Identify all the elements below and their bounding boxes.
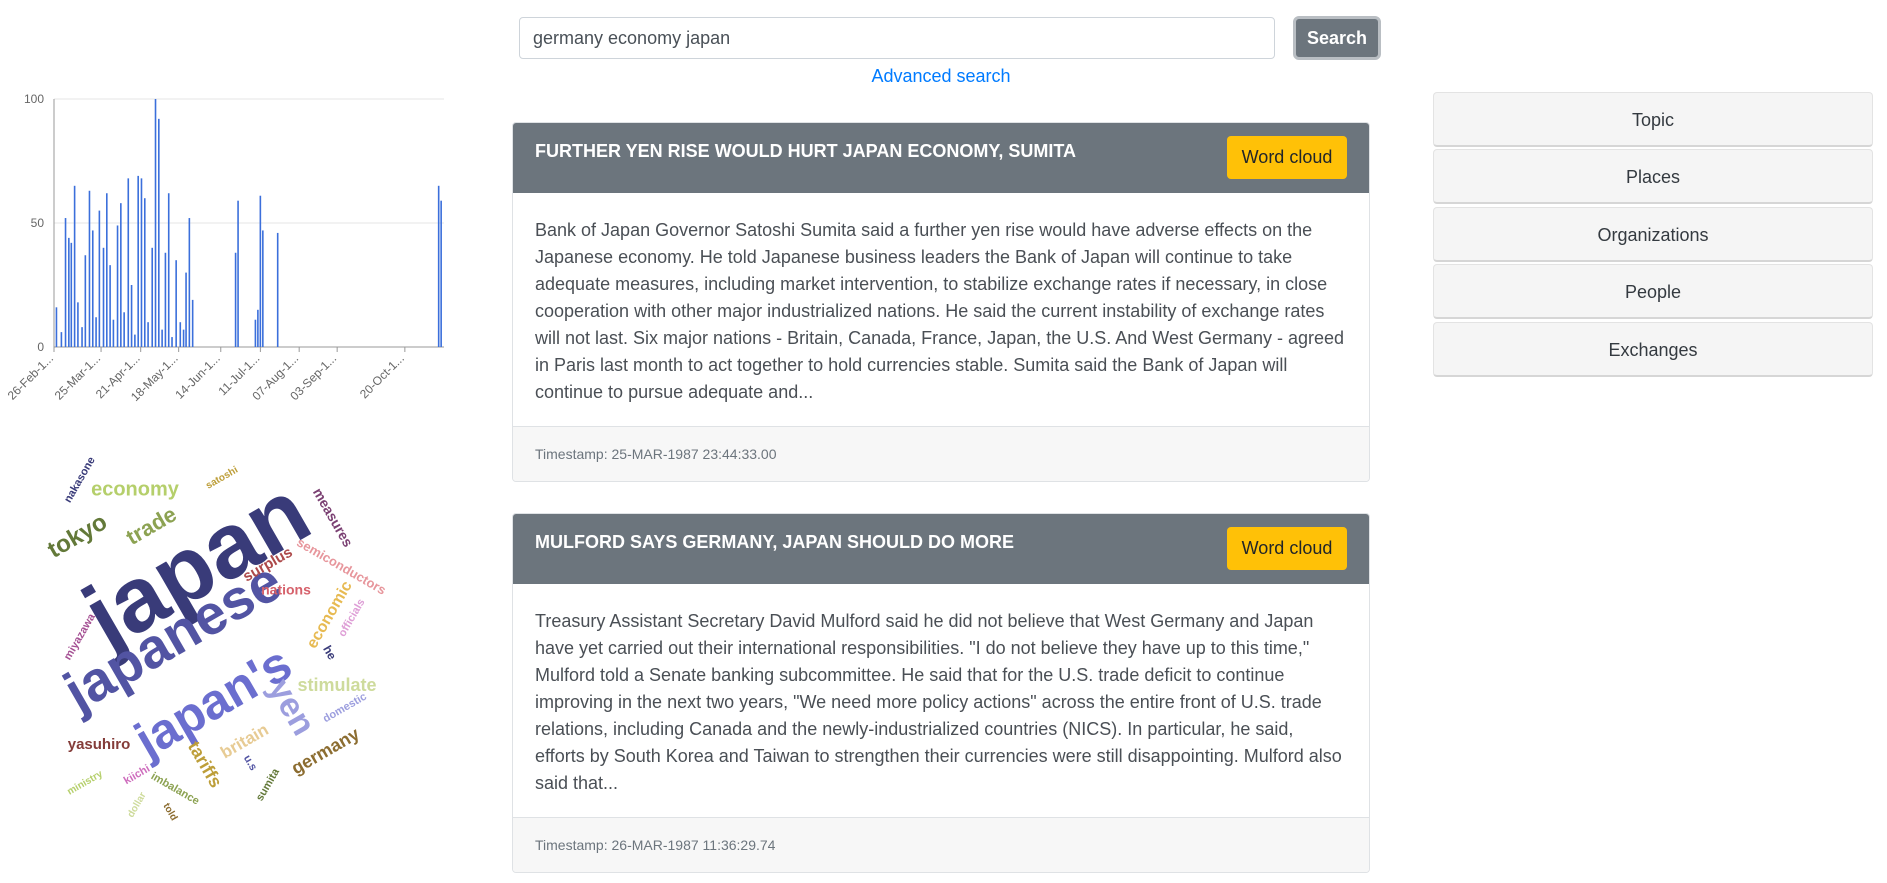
chart-bar (77, 302, 79, 347)
chart-bar (84, 255, 87, 347)
chart-bar (60, 332, 63, 347)
word-cloud-word: he (320, 643, 339, 662)
chart-bar (68, 237, 70, 347)
chart-bar (164, 252, 167, 347)
chart-bar (91, 230, 94, 347)
chart-bar (140, 178, 143, 347)
facet-people[interactable]: People (1433, 264, 1873, 319)
chart-bar (151, 247, 154, 347)
advanced-search-link[interactable]: Advanced search (519, 66, 1363, 87)
word-cloud-word: u.s (241, 753, 259, 773)
chart-bar (81, 327, 83, 347)
chart-bar (88, 190, 91, 347)
article-timestamp: Timestamp: 25-MAR-1987 23:44:33.00 (513, 426, 1369, 481)
chart-bar (98, 210, 101, 347)
chart-bar (179, 322, 182, 347)
chart-bar (154, 99, 157, 347)
word-cloud-word: kiichi (122, 763, 152, 787)
chart-bar (234, 252, 237, 347)
facet-topic[interactable]: Topic (1433, 92, 1873, 147)
word-cloud-word: dollar (126, 790, 149, 819)
chart-bar (147, 322, 149, 347)
chart-bar (276, 232, 279, 347)
word-cloud-word: sumita (254, 766, 283, 803)
chart-bar (262, 230, 264, 347)
chart-bar (109, 265, 111, 347)
chart-bar (70, 242, 73, 347)
article-header: MULFORD SAYS GERMANY, JAPAN SHOULD DO MO… (513, 514, 1369, 584)
article-title: MULFORD SAYS GERMANY, JAPAN SHOULD DO MO… (535, 532, 1015, 552)
chart-bar (116, 225, 119, 347)
article-card: MULFORD SAYS GERMANY, JAPAN SHOULD DO MO… (512, 513, 1370, 873)
chart-bar (182, 329, 185, 347)
article-title: FURTHER YEN RISE WOULD HURT JAPAN ECONOM… (535, 141, 1077, 161)
chart-bar (259, 195, 262, 347)
chart-x-tick-label: 20-Oct-1... (357, 351, 407, 401)
chart-y-tick-label: 100 (24, 92, 44, 106)
article-body: Bank of Japan Governor Satoshi Sumita sa… (535, 220, 1345, 402)
word-cloud-word: tokyo (43, 508, 112, 563)
chart-bar (191, 299, 194, 347)
word-cloud-word: domestic (321, 691, 369, 726)
chart-bar (64, 218, 67, 347)
chart-bar (127, 178, 130, 347)
chart-bar (106, 193, 108, 347)
chart-y-tick-label: 50 (31, 216, 45, 230)
article-timestamp: Timestamp: 26-MAR-1987 11:36:29.74 (513, 817, 1369, 872)
timeline-chart: 050100 26-Feb-1...25-Mar-1...21-Apr-1...… (5, 92, 444, 404)
word-cloud-word: economy (91, 478, 180, 500)
chart-x-tick-label: 14-Jun-1... (172, 351, 222, 401)
chart-y-tick-label: 0 (37, 340, 44, 354)
chart-bar (123, 312, 125, 347)
facet-places[interactable]: Places (1433, 149, 1873, 204)
chart-bar (175, 260, 177, 347)
chart-bar (134, 334, 136, 347)
chart-bar (143, 198, 146, 347)
chart-bar (137, 175, 139, 347)
chart-bar (254, 319, 257, 347)
article-header: FURTHER YEN RISE WOULD HURT JAPAN ECONOM… (513, 123, 1369, 193)
facet-organizations[interactable]: Organizations (1433, 207, 1873, 262)
chart-bar (112, 319, 115, 347)
chart-bar (257, 309, 259, 347)
chart-bar (440, 200, 442, 347)
chart-bar (73, 185, 76, 347)
article-card: FURTHER YEN RISE WOULD HURT JAPAN ECONOM… (512, 122, 1370, 482)
chart-bar (95, 317, 97, 347)
word-cloud-word: stimulate (297, 675, 376, 695)
article-body: Treasury Assistant Secretary David Mulfo… (535, 611, 1342, 793)
word-cloud-button[interactable]: Word cloud (1227, 136, 1347, 179)
word-cloud-button[interactable]: Word cloud (1227, 527, 1347, 570)
chart-bar (120, 203, 122, 347)
chart-bar (437, 185, 440, 347)
search-button[interactable]: Search (1293, 16, 1381, 60)
word-cloud-word: yasuhiro (68, 736, 131, 753)
word-cloud-word: nations (261, 582, 311, 598)
search-input[interactable] (519, 17, 1275, 59)
chart-bar (102, 247, 105, 347)
chart-bar (158, 118, 160, 347)
chart-bar (55, 307, 58, 347)
word-cloud-word: ministry (65, 768, 105, 797)
chart-bar (167, 193, 170, 347)
chart-bar (188, 218, 191, 347)
chart-x-tick-label: 26-Feb-1... (5, 351, 56, 402)
chart-bar (161, 329, 163, 347)
facet-exchanges[interactable]: Exchanges (1433, 322, 1873, 377)
search-bar: Search (519, 16, 1382, 61)
chart-bar (185, 272, 187, 347)
word-cloud-word: imbalance (149, 770, 202, 807)
word-cloud: japanjapanesejapan'syentokyoeconomytrade… (43, 455, 389, 823)
chart-bar (171, 337, 173, 347)
chart-bar (130, 285, 133, 347)
word-cloud-word: told (161, 801, 180, 822)
chart-bar (237, 200, 239, 347)
